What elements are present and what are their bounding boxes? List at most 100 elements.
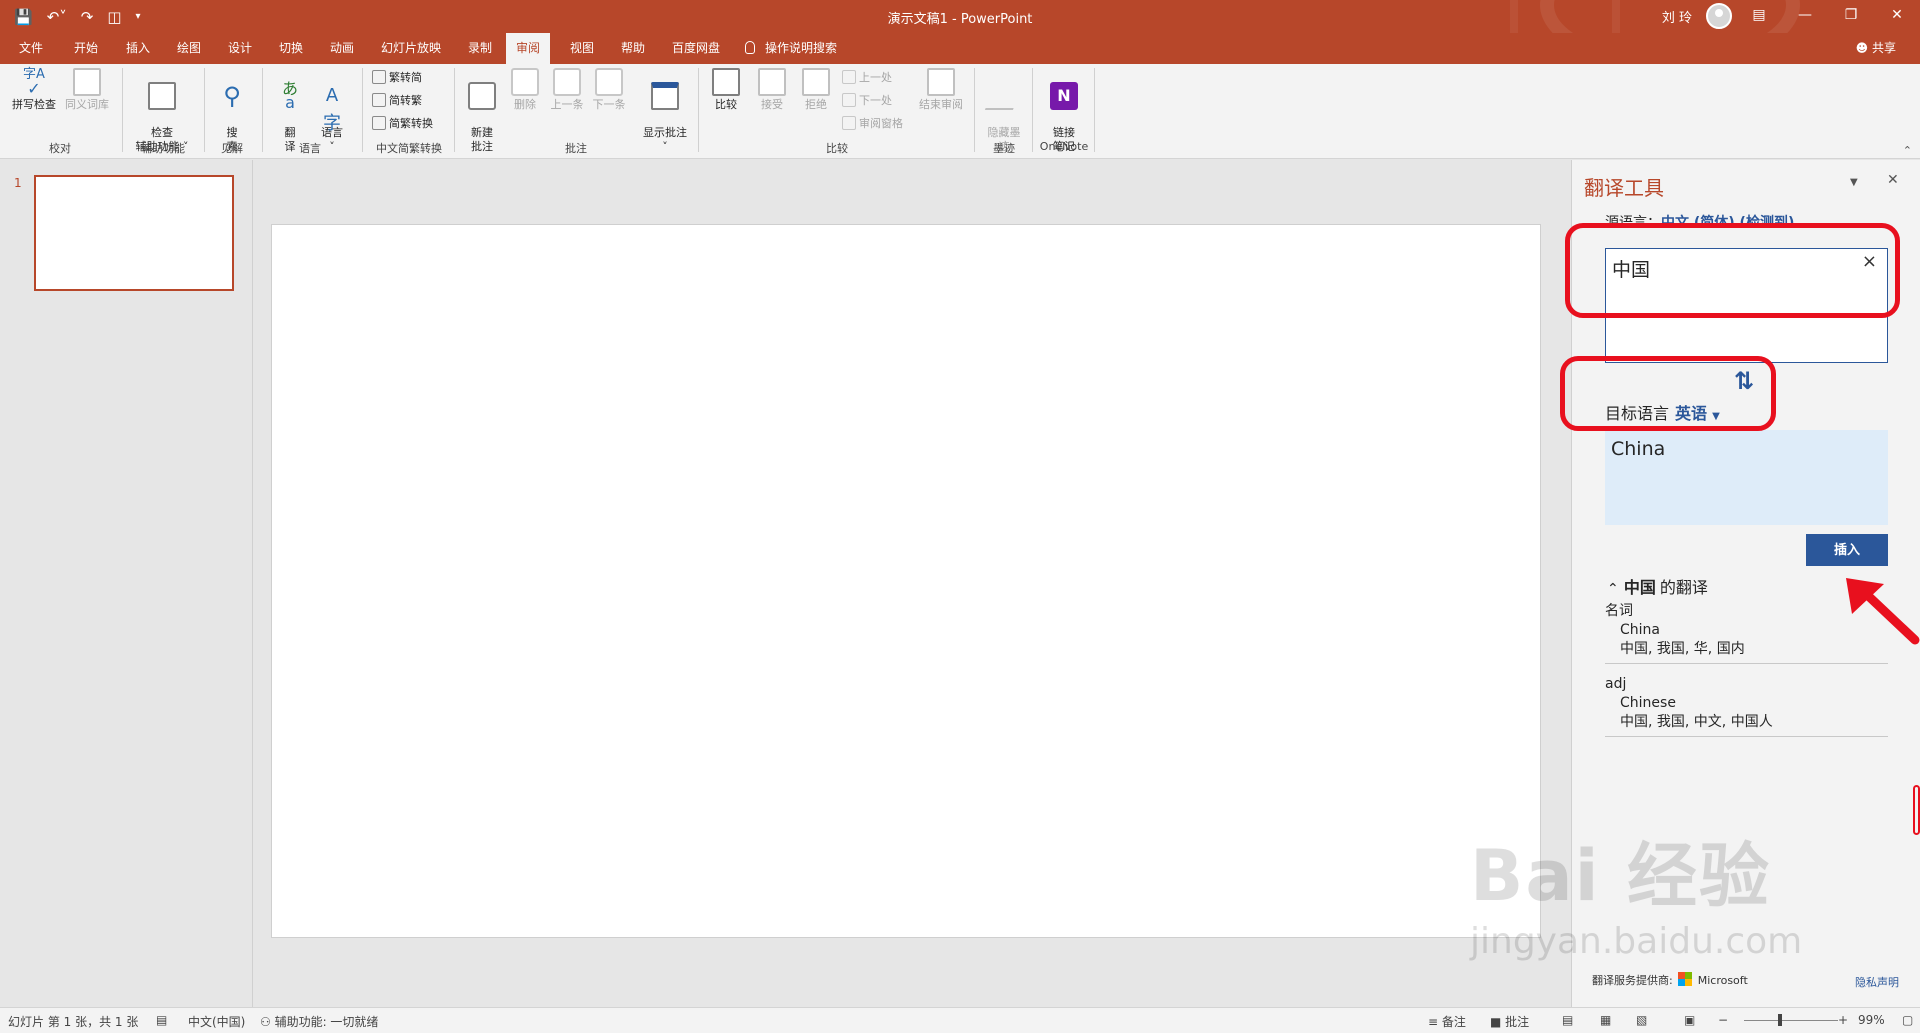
- tab-file[interactable]: 文件: [17, 33, 45, 64]
- group-label-chinese-conversion: 中文简繁转换: [376, 142, 442, 155]
- zoom-slider-thumb[interactable]: [1778, 1014, 1782, 1026]
- end-review-button[interactable]: 结束审阅: [914, 68, 968, 112]
- spell-check-button[interactable]: 字A ✓ 拼写检查: [8, 68, 60, 112]
- delete-comment-button[interactable]: 删除: [506, 68, 544, 112]
- ribbon-separator: [122, 68, 123, 152]
- linked-notes-button[interactable]: N 链接 笔记: [1038, 68, 1090, 168]
- spelling-status-icon[interactable]: ▤: [156, 1013, 167, 1027]
- zoom-level[interactable]: 99%: [1858, 1013, 1885, 1027]
- thesaurus-icon: [73, 68, 101, 96]
- tab-home[interactable]: 开始: [72, 33, 100, 64]
- normal-view-icon[interactable]: ▤: [1562, 1013, 1573, 1027]
- chinese-conversion-button[interactable]: 简繁转换: [372, 115, 433, 133]
- hide-ink-icon: [984, 82, 1024, 110]
- slide-thumbnail[interactable]: [34, 175, 234, 291]
- ribbon-separator: [362, 68, 363, 152]
- tab-help[interactable]: 帮助: [619, 33, 647, 64]
- restore-icon[interactable]: ❐: [1828, 0, 1874, 33]
- close-pane-icon[interactable]: ✕: [1887, 172, 1899, 188]
- fit-to-window-icon[interactable]: ▢: [1902, 1013, 1913, 1027]
- tab-draw[interactable]: 绘图: [175, 33, 203, 64]
- dictionary-heading[interactable]: ⌃ 中国 的翻译: [1607, 574, 1708, 598]
- ribbon-display-options-icon[interactable]: ▤: [1736, 0, 1782, 33]
- accessibility-status[interactable]: ⚇ 辅助功能: 一切就绪: [260, 1013, 378, 1030]
- previous-change-icon: [842, 70, 856, 84]
- tab-design[interactable]: 设计: [226, 33, 254, 64]
- onenote-icon: N: [1050, 82, 1078, 110]
- language-status[interactable]: 中文(中国): [188, 1013, 245, 1030]
- tab-animations[interactable]: 动画: [328, 33, 356, 64]
- highlight-target-language: [1560, 356, 1776, 431]
- group-label-language: 语言: [299, 142, 321, 155]
- user-name[interactable]: 刘 玲: [1662, 7, 1692, 26]
- reviewing-pane-icon: [842, 116, 856, 130]
- status-bar: 幻灯片 第 1 张，共 1 张 ▤ 中文(中国) ⚇ 辅助功能: 一切就绪 ≡ …: [0, 1007, 1920, 1033]
- scrollbar-thumb[interactable]: [1913, 785, 1920, 835]
- traditional-to-simplified-button[interactable]: 繁转简: [372, 69, 422, 87]
- accept-button[interactable]: 接受: [752, 68, 792, 112]
- group-label-accessibility: 辅助功能: [141, 142, 185, 155]
- share-button[interactable]: ☻ 共享: [1856, 33, 1896, 64]
- tab-insert[interactable]: 插入: [124, 33, 152, 64]
- pane-title: 翻译工具: [1584, 176, 1664, 200]
- delete-comment-icon: [511, 68, 539, 96]
- ribbon-separator: [262, 68, 263, 152]
- ribbon-separator: [1032, 68, 1033, 152]
- end-review-icon: [927, 68, 955, 96]
- next-comment-button[interactable]: 下一条: [588, 68, 630, 112]
- language-icon: A字: [323, 85, 341, 134]
- lightbulb-icon: [745, 41, 755, 54]
- reading-view-icon[interactable]: ▧: [1636, 1013, 1647, 1027]
- tab-review[interactable]: 审阅: [506, 33, 551, 64]
- comments-button[interactable]: ■ 批注: [1490, 1013, 1529, 1030]
- notes-button[interactable]: ≡ 备注: [1428, 1013, 1466, 1030]
- close-icon[interactable]: ✕: [1874, 0, 1920, 33]
- ribbon-separator: [454, 68, 455, 152]
- t2s-icon: [372, 70, 386, 84]
- previous-comment-button[interactable]: 上一条: [546, 68, 588, 112]
- slide-sorter-icon[interactable]: ▦: [1600, 1013, 1611, 1027]
- insert-button[interactable]: 插入: [1806, 534, 1888, 566]
- menu-tabs: 文件 开始 插入 绘图 设计 切换 动画 幻灯片放映 录制 审阅 视图 帮助 百…: [0, 33, 1920, 64]
- s2t-icon: [372, 93, 386, 107]
- pane-options-icon[interactable]: ▼: [1850, 177, 1858, 188]
- collapse-chevron-icon: ⌃: [1607, 581, 1619, 597]
- accept-icon: [758, 68, 786, 96]
- next-change-button[interactable]: 下一处: [842, 92, 892, 110]
- reviewing-pane-button[interactable]: 审阅窗格: [842, 115, 903, 133]
- zoom-out-icon[interactable]: −: [1718, 1013, 1728, 1027]
- tell-me-search[interactable]: 操作说明搜索: [745, 33, 837, 64]
- tab-transitions[interactable]: 切换: [277, 33, 305, 64]
- target-text-output[interactable]: China: [1605, 430, 1888, 525]
- thesaurus-button[interactable]: 同义词库: [62, 68, 112, 112]
- tab-baidu-netdisk[interactable]: 百度网盘: [670, 33, 722, 64]
- simplified-to-traditional-button[interactable]: 简转繁: [372, 92, 422, 110]
- minimize-icon[interactable]: —: [1782, 0, 1828, 33]
- previous-change-button[interactable]: 上一处: [842, 69, 892, 87]
- reject-button[interactable]: 拒绝: [796, 68, 836, 112]
- provider-credit: 翻译服务提供商: Microsoft: [1592, 972, 1748, 987]
- compare-button[interactable]: 比较: [706, 68, 746, 112]
- arrow-to-insert: [1846, 578, 1920, 645]
- zoom-in-icon[interactable]: +: [1838, 1013, 1848, 1027]
- privacy-link[interactable]: 隐私声明: [1855, 974, 1899, 990]
- conversion-icon: [372, 116, 386, 130]
- translate-icon: あa: [281, 79, 298, 112]
- tab-record[interactable]: 录制: [466, 33, 494, 64]
- collapse-ribbon-icon[interactable]: ⌃: [1903, 144, 1912, 157]
- slide-canvas[interactable]: [271, 224, 1541, 938]
- zoom-slider[interactable]: [1744, 1020, 1838, 1021]
- next-change-icon: [842, 93, 856, 107]
- tab-view[interactable]: 视图: [568, 33, 596, 64]
- search-icon: ⚲: [223, 82, 241, 110]
- compare-icon: [712, 68, 740, 96]
- avatar[interactable]: [1706, 3, 1732, 29]
- ribbon-separator: [1094, 68, 1095, 152]
- previous-comment-icon: [553, 68, 581, 96]
- highlight-source-box: [1565, 223, 1900, 318]
- group-label-proofing: 校对: [49, 142, 71, 155]
- document-title: 演示文稿1 - PowerPoint: [887, 12, 1033, 27]
- slide-number: 1: [14, 176, 22, 190]
- tab-slideshow[interactable]: 幻灯片放映: [379, 33, 443, 64]
- slideshow-icon[interactable]: ▣: [1684, 1013, 1695, 1027]
